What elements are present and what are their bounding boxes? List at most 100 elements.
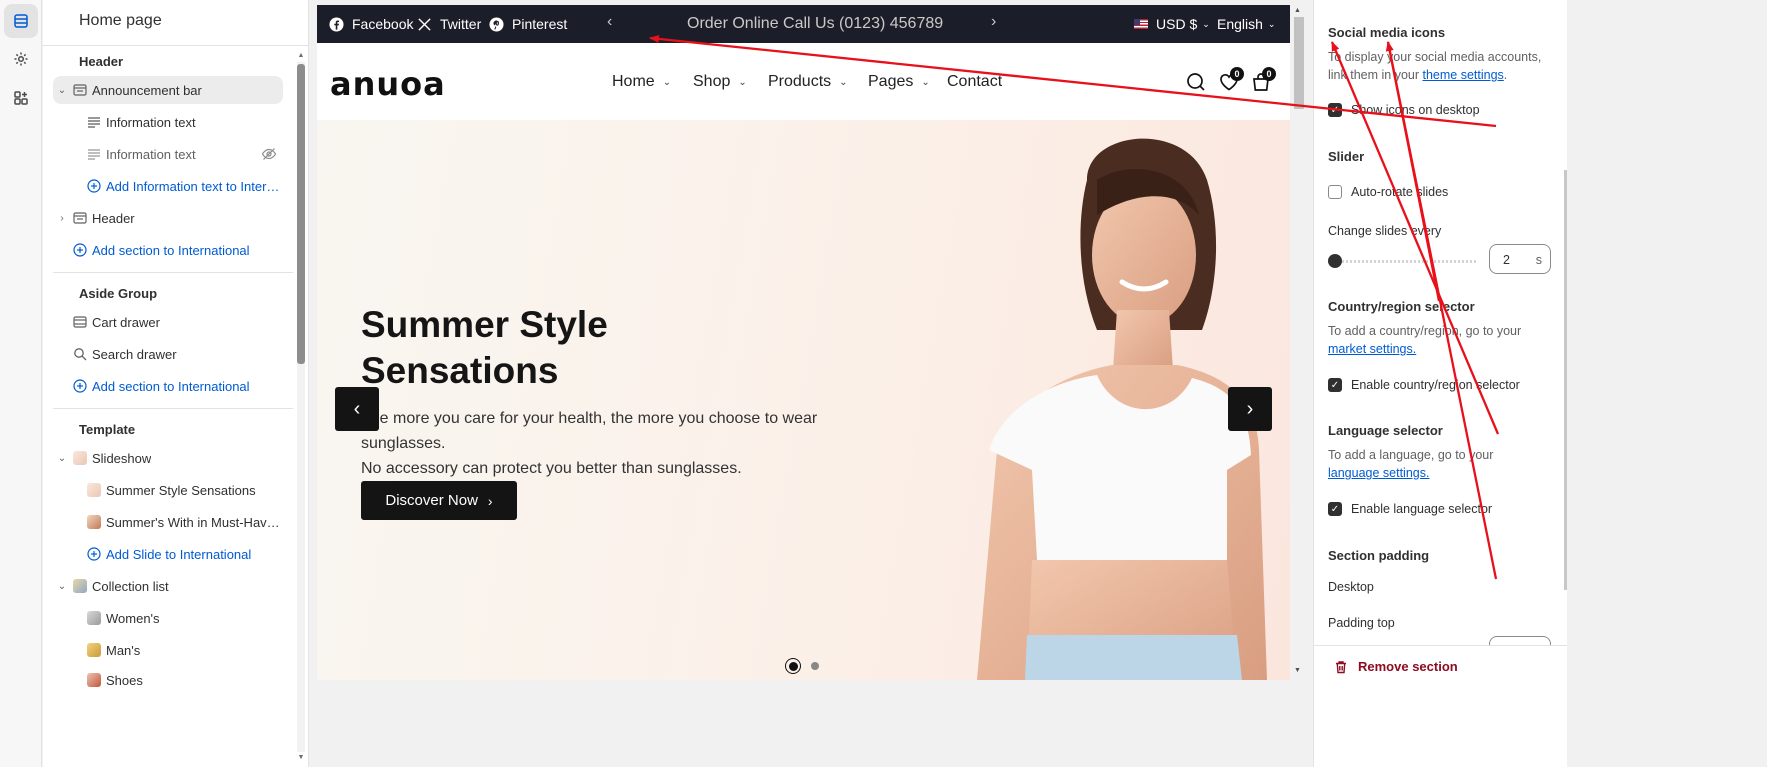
checkbox-label: Enable language selector [1351, 502, 1493, 516]
remove-label: Remove section [1358, 659, 1458, 674]
slide-prev-button[interactable]: ‹ [335, 387, 379, 431]
scrollbar-thumb[interactable] [297, 64, 305, 364]
sidebar-item-search-drawer[interactable]: Search drawer [53, 340, 283, 368]
gear-icon[interactable] [4, 42, 38, 76]
chevron-down-icon: ⌄ [738, 76, 747, 88]
nav-pages[interactable]: Pages ⌄ [868, 73, 930, 91]
country-selector-checkbox[interactable]: ✓ Enable country/region selector [1328, 378, 1520, 392]
divider [43, 45, 308, 46]
plus-circle-icon [86, 546, 102, 562]
pinterest-icon [489, 16, 504, 32]
sidebar-item-information-text-hidden[interactable]: Information text [53, 140, 283, 168]
slide-next-button[interactable]: › [1228, 387, 1272, 431]
text-block-icon [86, 114, 102, 130]
nav-products[interactable]: Products ⌄ [768, 73, 848, 91]
theme-settings-link[interactable]: theme settings [1423, 68, 1504, 82]
site-logo[interactable]: anuoa [330, 65, 446, 103]
section-icon [72, 82, 88, 98]
sidebar-item-label: Women's [106, 610, 160, 626]
sidebar-item-information-text[interactable]: Information text [53, 108, 283, 136]
announcement-prev-icon[interactable]: ‹ [607, 13, 612, 31]
sidebar-item-label: Collection list [92, 578, 169, 594]
pinterest-link[interactable]: Pinterest [489, 5, 567, 43]
checkbox-box [1328, 185, 1342, 199]
chevron-down-icon[interactable]: ⌄ [57, 85, 67, 96]
add-section-button[interactable]: Add section to International [53, 372, 283, 400]
sidebar-item-label: Information text [106, 114, 196, 130]
add-information-text-button[interactable]: Add Information text to Intern... [53, 172, 283, 200]
wishlist-count-badge: 0 [1230, 67, 1244, 81]
slide-dot-active[interactable] [785, 658, 801, 674]
hero-title: Summer Style Sensations [361, 302, 608, 394]
chevron-right-icon[interactable]: › [57, 213, 67, 224]
scroll-up-icon[interactable]: ▲ [1294, 7, 1301, 14]
chevron-down-icon: ⌄ [1267, 18, 1276, 29]
preview-scrollbar[interactable]: ▲ ▼ [1292, 5, 1304, 680]
country-heading: Country/region selector [1328, 299, 1475, 314]
sidebar-item-slide[interactable]: Summer's With in Must-Have ... [53, 508, 283, 536]
sidebar-item-announcement-bar[interactable]: ⌄ Announcement bar [53, 76, 283, 104]
announcement-bar: Facebook Twitter Pinterest ‹ Order Onlin… [317, 5, 1290, 43]
slider-handle[interactable] [1328, 254, 1342, 268]
sidebar-item-label: Cart drawer [92, 314, 160, 330]
scroll-down-icon[interactable]: ▼ [297, 754, 305, 762]
change-slides-slider[interactable] [1328, 254, 1476, 268]
nav-contact[interactable]: Contact [947, 73, 1002, 91]
add-section-button[interactable]: Add section to International [53, 236, 283, 264]
market-settings-link[interactable]: market settings. [1328, 342, 1416, 356]
scroll-down-icon[interactable]: ▼ [1294, 667, 1301, 674]
hero-slideshow: Summer Style Sensations The more you car… [317, 120, 1290, 680]
trash-icon [1336, 660, 1346, 673]
language-selector[interactable]: English ⌄ [1217, 16, 1275, 32]
text-block-icon [86, 146, 102, 162]
search-icon[interactable] [1185, 71, 1207, 93]
page-title: Home page [79, 12, 162, 29]
sidebar-item-collection[interactable]: Shoes [53, 666, 283, 694]
sidebar-item-label: Slideshow [92, 450, 152, 466]
section-icon [72, 210, 88, 226]
language-selector-checkbox[interactable]: ✓ Enable language selector [1328, 502, 1492, 516]
change-slides-input[interactable]: 2 s [1489, 244, 1551, 274]
currency-selector[interactable]: USD $ ⌄ [1134, 16, 1210, 32]
twitter-link[interactable]: Twitter [417, 5, 481, 43]
facebook-label: Facebook [352, 16, 414, 32]
hero-subtitle: The more you care for your health, the m… [361, 406, 901, 481]
remove-section-button[interactable]: Remove section [1334, 659, 1458, 674]
sidebar-item-collection[interactable]: Women's [53, 604, 283, 632]
chevron-down-icon: ⌄ [1202, 18, 1210, 29]
language-value: English [1217, 16, 1263, 32]
sidebar-scrollbar[interactable]: ▲ ▼ [297, 52, 305, 762]
announcement-next-icon[interactable]: › [991, 13, 996, 31]
slide-thumbnail-icon [86, 482, 102, 498]
sidebar-item-collection-list[interactable]: ⌄ Collection list [53, 572, 283, 600]
facebook-link[interactable]: Facebook [329, 5, 413, 43]
autorotate-checkbox[interactable]: Auto-rotate slides [1328, 185, 1448, 199]
discover-now-button[interactable]: Discover Now › [361, 481, 517, 520]
show-icons-checkbox[interactable]: ✓ Show icons on desktop [1328, 103, 1480, 117]
slideshow-thumbnail-icon [72, 450, 88, 466]
sidebar-item-header[interactable]: › Header [53, 204, 283, 232]
sections-icon[interactable] [4, 4, 38, 38]
announcement-message: Order Online Call Us (0123) 456789 [687, 15, 944, 32]
nav-home[interactable]: Home ⌄ [612, 73, 671, 91]
theme-editor: Home page Header ⌄ Announcement bar Info… [0, 0, 1767, 767]
chevron-down-icon[interactable]: ⌄ [57, 453, 67, 464]
scroll-up-icon[interactable]: ▲ [297, 52, 305, 60]
panel-scrollbar[interactable] [1564, 170, 1567, 590]
sidebar-item-slideshow[interactable]: ⌄ Slideshow [53, 444, 283, 472]
scrollbar-thumb[interactable] [1294, 17, 1304, 109]
group-heading-aside: Aside Group [79, 286, 158, 301]
checkbox-label: Show icons on desktop [1351, 103, 1480, 117]
nav-shop[interactable]: Shop ⌄ [693, 73, 747, 91]
chevron-down-icon[interactable]: ⌄ [57, 581, 67, 592]
language-settings-link[interactable]: language settings. [1328, 466, 1429, 480]
desktop-label: Desktop [1328, 580, 1374, 594]
sidebar-item-slide[interactable]: Summer Style Sensations [53, 476, 283, 504]
sidebar-item-collection[interactable]: Man's [53, 636, 283, 664]
sidebar-item-cart-drawer[interactable]: Cart drawer [53, 308, 283, 336]
eye-slash-icon[interactable] [261, 146, 277, 162]
apps-icon[interactable] [4, 81, 38, 115]
add-label: Add section to International [92, 378, 250, 394]
slide-dot[interactable] [811, 662, 819, 670]
add-slide-button[interactable]: Add Slide to International [53, 540, 283, 568]
